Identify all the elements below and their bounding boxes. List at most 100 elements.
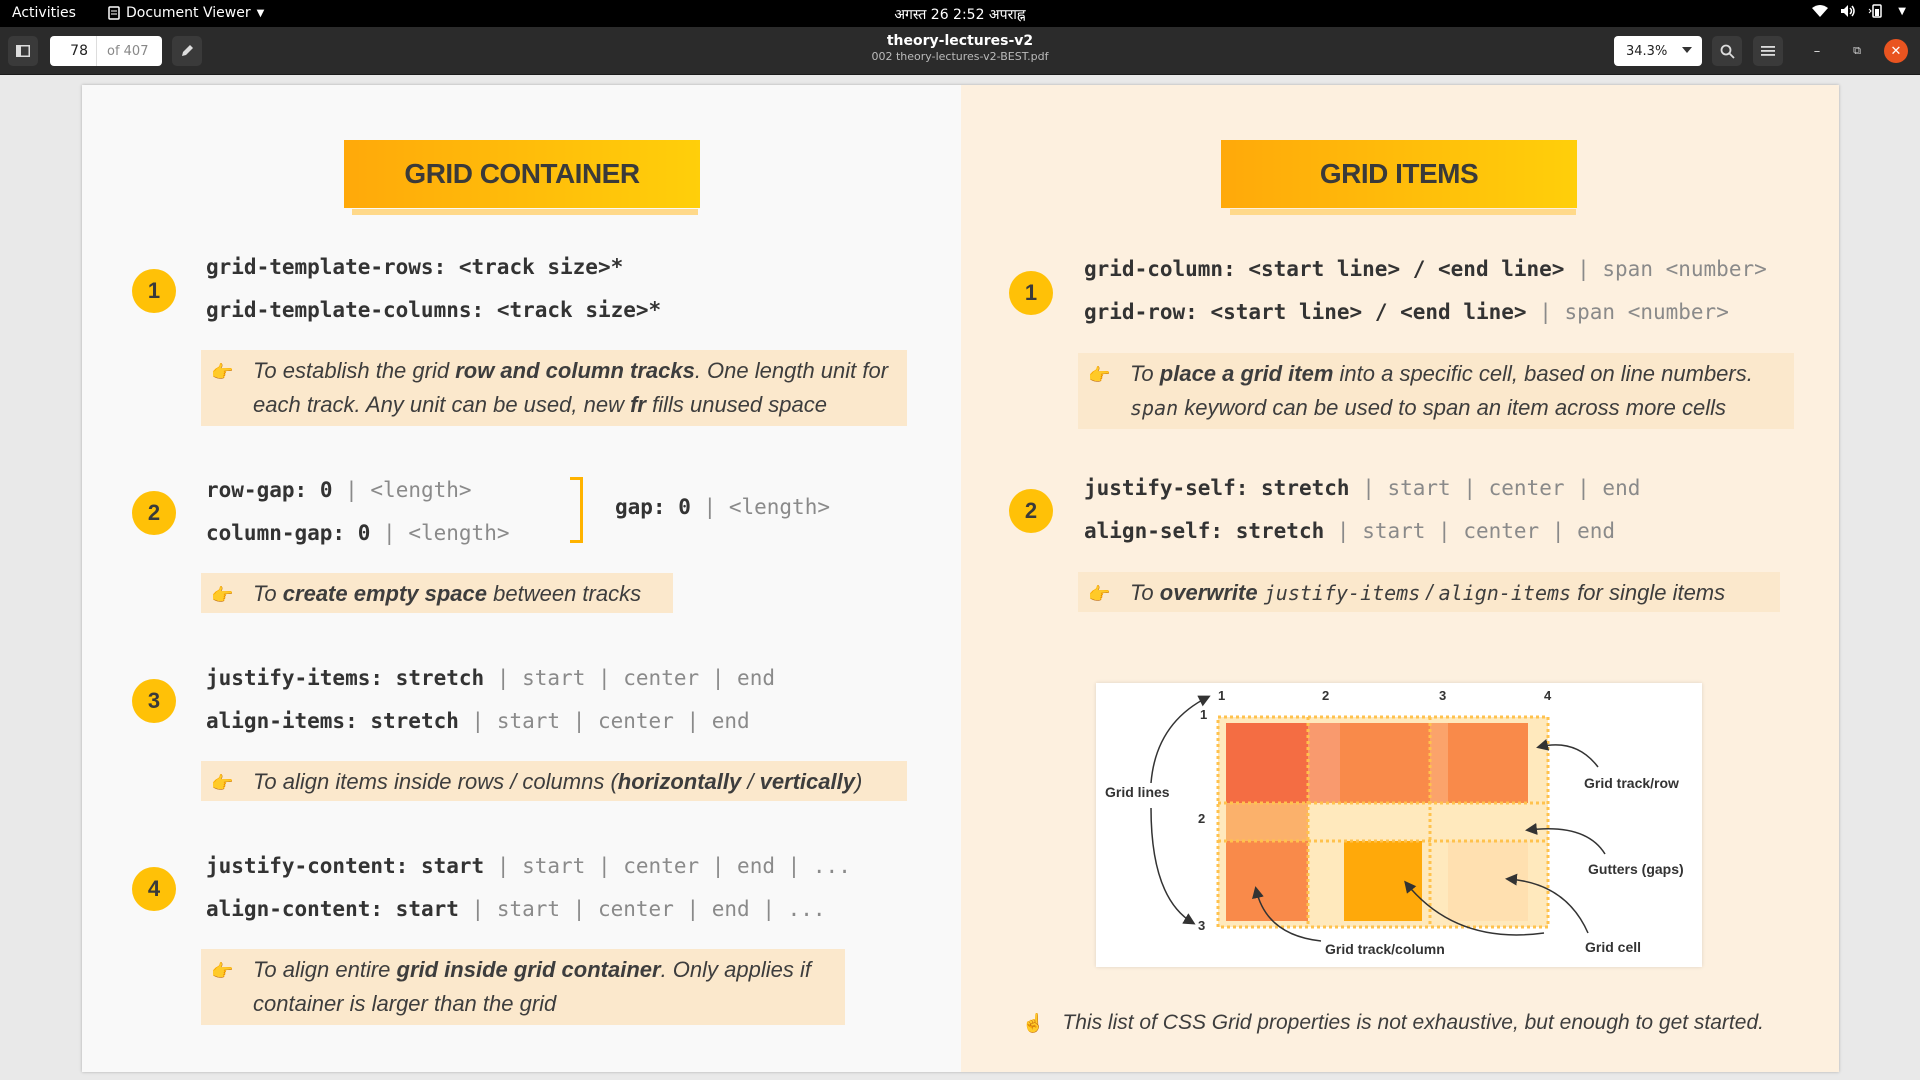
css-grid-diagram: 1 2 3 4 1 2 3 Grid lines Grid track/row … <box>1096 683 1702 967</box>
explanation-note: 👉 To overwrite justify-items / align-ite… <box>1078 572 1780 612</box>
note-text: fills unused space <box>645 392 827 417</box>
property-alternatives: | start | center | end <box>1336 519 1616 543</box>
section-number-3: 3 <box>132 679 176 723</box>
note-text: To establish the grid <box>253 358 456 383</box>
note-text: for single items <box>1571 580 1726 605</box>
property-value: 0 <box>319 478 333 502</box>
property-value: start <box>420 854 485 878</box>
restore-button[interactable]: ⧉ <box>1845 39 1869 63</box>
power-menu-icon: ▼ <box>1898 5 1906 17</box>
activities-button[interactable]: Activities <box>12 5 76 21</box>
footnote: ☝ This list of CSS Grid properties is not… <box>1022 1011 1764 1035</box>
document-viewer-icon <box>108 6 120 20</box>
code-line: grid-column: <start line> / <end line> |… <box>1084 257 1767 281</box>
note-text: / <box>741 769 760 794</box>
note-text: keyword can be used to span an item acro… <box>1178 395 1726 420</box>
pointing-hand-icon: 👉 <box>211 585 234 605</box>
battery-icon <box>1868 4 1883 18</box>
row-line-number: 3 <box>1198 918 1206 933</box>
pointing-hand-icon: 👉 <box>211 362 234 382</box>
note-text: into a specific cell, based on line numb… <box>1333 361 1753 386</box>
property-alternatives: | start | center | end | ... <box>471 897 826 921</box>
bracket-shape <box>570 477 583 543</box>
note-text: / <box>1420 580 1439 605</box>
system-top-bar: Activities Document Viewer ▼ अगस्त 26 2:… <box>0 0 1920 27</box>
document-viewport[interactable]: GRID CONTAINER 1 grid-template-rows: <tr… <box>0 75 1920 1080</box>
explanation-note: 👉 To place a grid item into a specific c… <box>1078 353 1794 429</box>
grid-track-row-label: Grid track/row <box>1584 775 1679 791</box>
note-emphasis: horizontally <box>617 769 742 794</box>
explanation-note: 👉 To create empty space between tracks <box>201 573 673 613</box>
document-viewer-headerbar: 78 of 407 theory-lectures-v2 002 theory-… <box>0 27 1920 75</box>
property-name: row-gap: <box>206 478 308 502</box>
note-text: To <box>1130 361 1160 386</box>
code-line: grid-template-rows: <track size>* <box>206 255 623 279</box>
zoom-select[interactable]: 34.3% <box>1614 36 1702 66</box>
pointing-up-hand-icon: ☝ <box>1022 1013 1045 1033</box>
property-alternatives: | start | center | end <box>471 709 750 733</box>
property-value: 0 <box>678 495 691 519</box>
property-value: stretch <box>1261 476 1350 500</box>
zoom-level: 34.3% <box>1626 43 1668 59</box>
property-name: align-self: <box>1084 519 1224 543</box>
note-text: between tracks <box>487 581 642 606</box>
property-name: column-gap: <box>206 521 346 545</box>
code-line: grid-row: <start line> / <end line> | sp… <box>1084 300 1729 324</box>
property-alternatives: | <length> <box>383 521 510 545</box>
chevron-down-icon <box>1682 47 1692 53</box>
property-alternatives: | <length> <box>345 478 472 502</box>
note-code: justify-items <box>1263 581 1421 605</box>
note-text: To <box>1130 580 1160 605</box>
system-tray[interactable]: ▼ <box>1812 4 1906 18</box>
wifi-icon <box>1812 4 1829 17</box>
explanation-note: 👉 To align entire grid inside grid conta… <box>201 949 845 1025</box>
pointing-hand-icon: 👉 <box>211 773 234 793</box>
pointing-hand-icon: 👉 <box>1088 365 1111 385</box>
main-menu-button[interactable] <box>1753 36 1783 66</box>
note-emphasis: create empty space <box>282 581 488 606</box>
property-alternatives: | span <number> <box>1539 300 1729 324</box>
section-number-1: 1 <box>1009 271 1053 315</box>
minimize-icon: – <box>1813 43 1821 59</box>
note-code: span <box>1130 396 1179 420</box>
property-value: start <box>395 897 459 921</box>
note-code: align-items <box>1438 581 1572 605</box>
row-line-number: 2 <box>1198 811 1206 826</box>
code-line: align-items: stretch | start | center | … <box>206 709 750 733</box>
app-menu-label: Document Viewer <box>126 5 251 21</box>
property-value: 0 <box>357 521 371 545</box>
note-emphasis: overwrite <box>1159 580 1258 605</box>
note-emphasis: fr <box>630 392 646 417</box>
note-emphasis: place a grid item <box>1159 361 1334 386</box>
property-alternatives: | span <number> <box>1577 257 1767 281</box>
code-line: justify-content: start | start | center … <box>206 854 851 878</box>
note-text: To align items inside rows / columns ( <box>253 769 618 794</box>
clock[interactable]: अगस्त 26 2:52 अपराह्न <box>894 7 1025 23</box>
minimize-button[interactable]: – <box>1805 39 1829 63</box>
property-value: <start line> / <end line> <box>1210 300 1527 324</box>
search-button[interactable] <box>1712 36 1742 66</box>
note-text: ) <box>854 769 863 794</box>
app-menu[interactable]: Document Viewer ▼ <box>108 5 264 21</box>
restore-icon: ⧉ <box>1853 44 1861 57</box>
column-line-number: 1 <box>1218 688 1226 703</box>
code-line: justify-items: stretch | start | center … <box>206 666 775 690</box>
property-alternatives: | <length> <box>703 495 830 519</box>
grid-lines-label: Grid lines <box>1105 784 1170 800</box>
property-alternatives: | start | center | end <box>496 666 775 690</box>
hamburger-icon <box>1761 46 1775 56</box>
section-number-4: 4 <box>132 867 176 911</box>
grid-items-heading: GRID ITEMS <box>1221 140 1577 208</box>
explanation-note: 👉 To align items inside rows / columns (… <box>201 761 907 801</box>
column-line-number: 3 <box>1439 688 1447 703</box>
close-button[interactable]: ✕ <box>1884 39 1908 63</box>
property-name: justify-self: <box>1084 476 1249 500</box>
property-alternatives: | start | center | end | ... <box>496 854 851 878</box>
note-emphasis: row and column tracks <box>455 358 695 383</box>
explanation-note: 👉 To establish the grid row and column t… <box>201 350 907 426</box>
heading-underline <box>1230 209 1576 215</box>
pointing-hand-icon: 👉 <box>211 961 234 981</box>
pointing-hand-icon: 👉 <box>1088 584 1111 604</box>
property-name: justify-content: <box>206 854 409 878</box>
grid-container-heading: GRID CONTAINER <box>344 140 700 208</box>
